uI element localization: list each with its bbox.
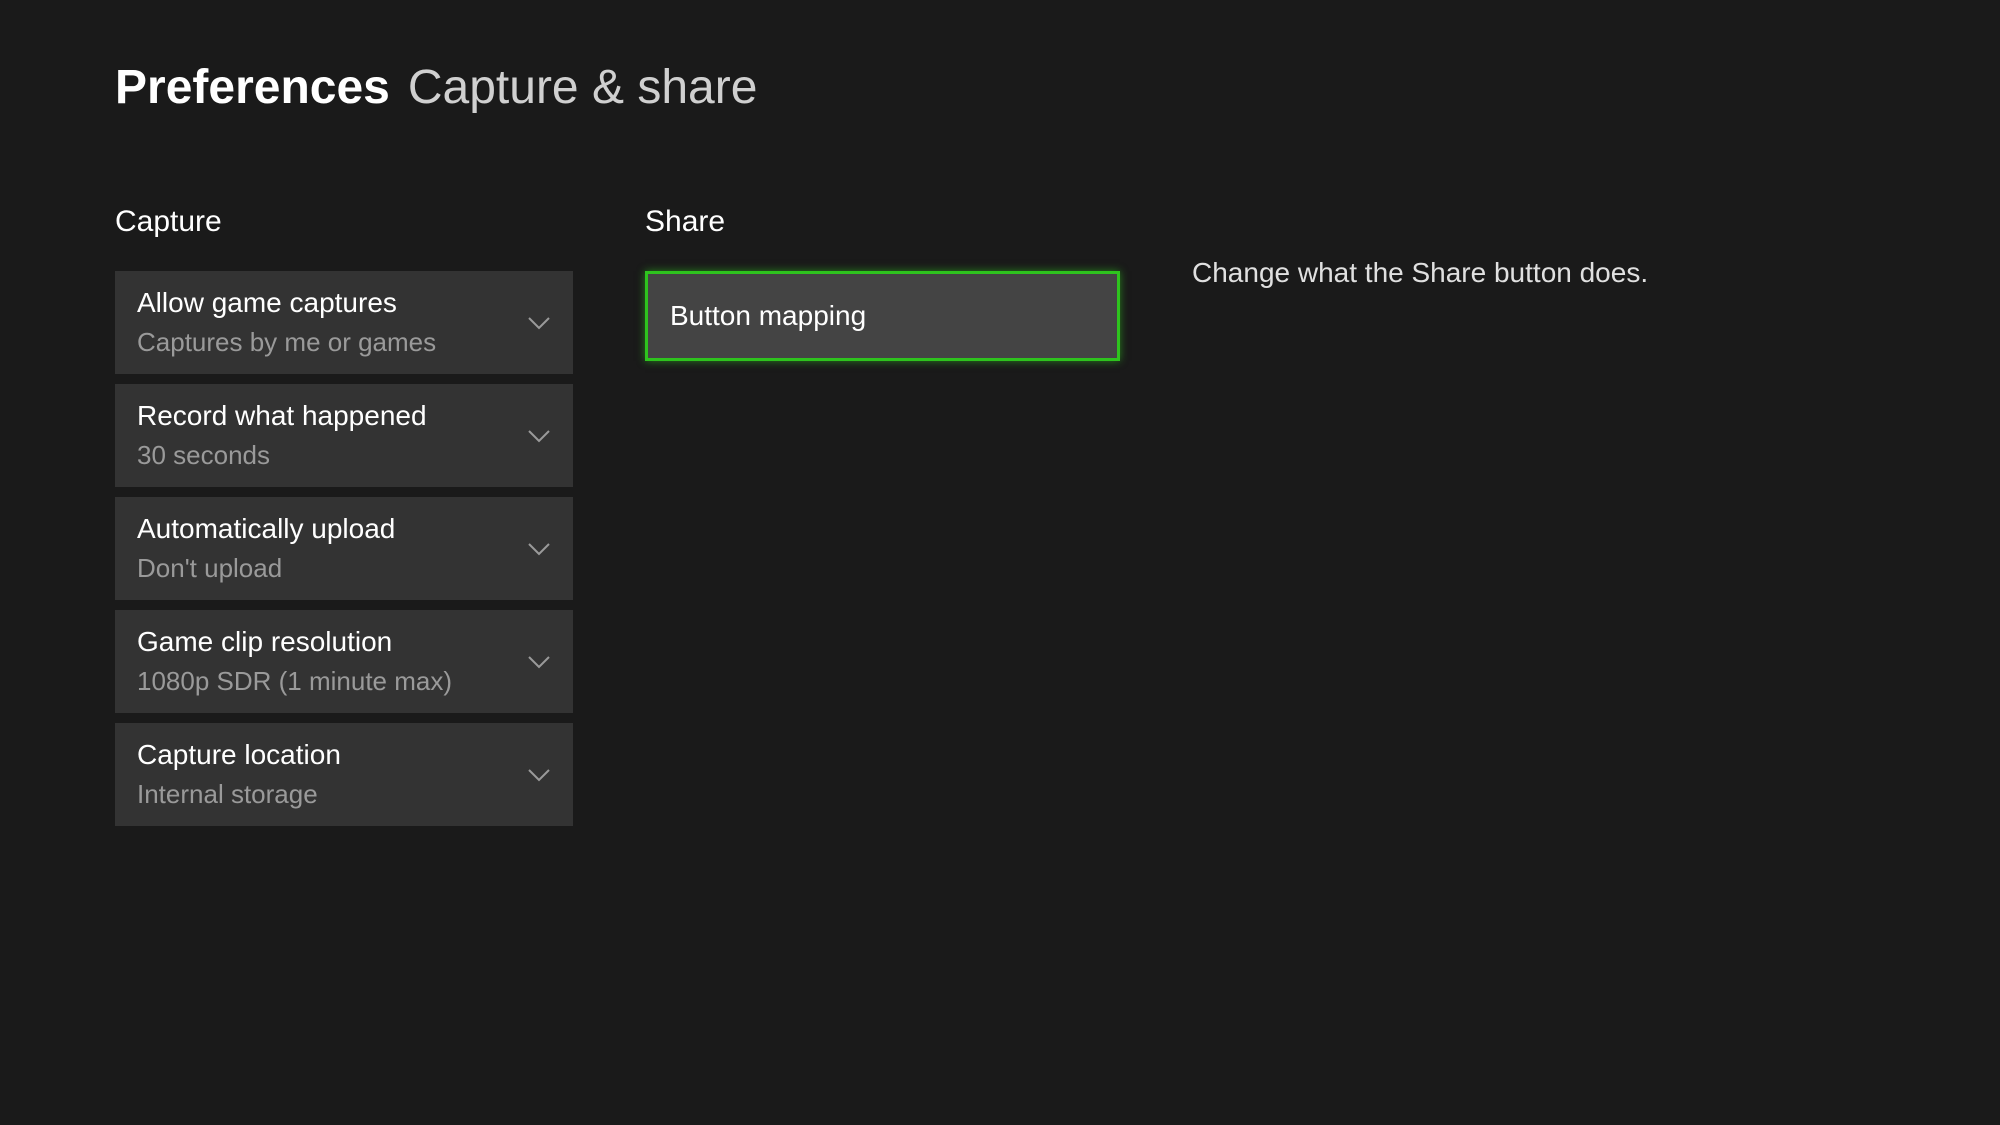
dropdown-label: Game clip resolution: [137, 626, 452, 658]
chevron-down-icon: [527, 650, 551, 674]
chevron-down-icon: [527, 763, 551, 787]
capture-heading: Capture: [115, 205, 573, 239]
automatically-upload-dropdown[interactable]: Automatically upload Don't upload: [115, 497, 573, 600]
header-primary: Preferences: [115, 60, 390, 115]
dropdown-label: Capture location: [137, 739, 341, 771]
description-column: Change what the Share button does.: [1192, 205, 1885, 836]
dropdown-label: Allow game captures: [137, 287, 436, 319]
chevron-down-icon: [527, 424, 551, 448]
chevron-down-icon: [527, 537, 551, 561]
button-mapping-button[interactable]: Button mapping: [645, 271, 1120, 361]
dropdown-value: Captures by me or games: [137, 327, 436, 358]
record-what-happened-dropdown[interactable]: Record what happened 30 seconds: [115, 384, 573, 487]
dropdown-label: Record what happened: [137, 400, 427, 432]
dropdown-value: 30 seconds: [137, 440, 427, 471]
dropdown-value: Don't upload: [137, 553, 395, 584]
share-column: Share Button mapping: [645, 205, 1120, 836]
allow-game-captures-dropdown[interactable]: Allow game captures Captures by me or ga…: [115, 271, 573, 374]
capture-location-dropdown[interactable]: Capture location Internal storage: [115, 723, 573, 826]
page-header: Preferences Capture & share: [115, 60, 1885, 115]
capture-column: Capture Allow game captures Captures by …: [115, 205, 573, 836]
button-label: Button mapping: [670, 300, 866, 331]
dropdown-label: Automatically upload: [137, 513, 395, 545]
description-text: Change what the Share button does.: [1192, 257, 1885, 289]
dropdown-value: Internal storage: [137, 779, 341, 810]
chevron-down-icon: [527, 311, 551, 335]
dropdown-value: 1080p SDR (1 minute max): [137, 666, 452, 697]
game-clip-resolution-dropdown[interactable]: Game clip resolution 1080p SDR (1 minute…: [115, 610, 573, 713]
share-heading: Share: [645, 205, 1120, 239]
header-secondary: Capture & share: [408, 60, 758, 115]
